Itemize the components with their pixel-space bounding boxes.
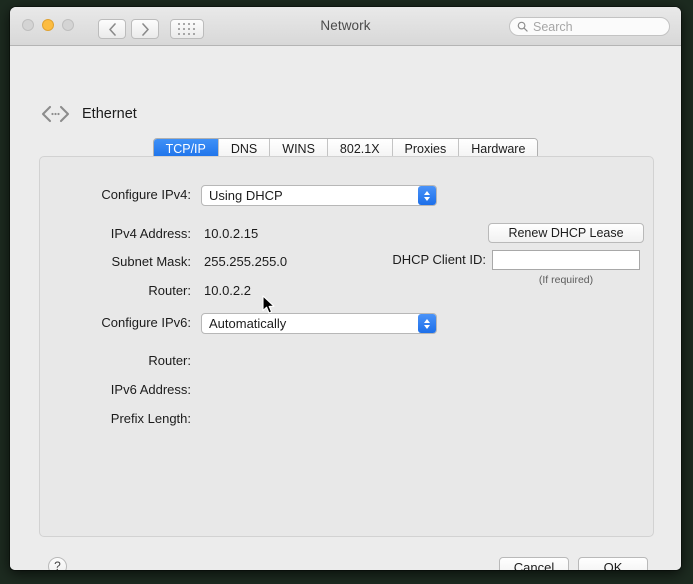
configure-ipv4-row: Configure IPv4: Using DHCP (10, 185, 681, 206)
help-button[interactable]: ? (48, 557, 67, 570)
configure-ipv4-popup[interactable]: Using DHCP (201, 185, 437, 206)
subnet-mask-label: Subnet Mask: (111, 254, 192, 269)
configure-ipv6-popup[interactable]: Automatically (201, 313, 437, 334)
search-field[interactable]: Search (509, 17, 670, 36)
ipv4-address-label: IPv4 Address: (110, 226, 191, 241)
cancel-button[interactable]: Cancel (499, 557, 569, 570)
ipv6-address-row: IPv6 Address: (10, 380, 681, 400)
ipv6-router-label: Router: (148, 353, 191, 368)
configure-ipv4-value: Using DHCP (209, 188, 283, 203)
subnet-mask-value: 255.255.255.0 (204, 254, 288, 269)
network-preferences-window: Network Search Ethernet TCP/IP DNS WINS … (10, 7, 681, 570)
prefix-length-label: Prefix Length: (110, 411, 191, 426)
configure-ipv4-label: Configure IPv4: (101, 187, 191, 202)
window-titlebar: Network Search (10, 7, 681, 46)
ok-button[interactable]: OK (578, 557, 648, 570)
configure-ipv6-row: Configure IPv6: Automatically (10, 313, 681, 334)
prefix-length-row: Prefix Length: (10, 409, 681, 429)
ipv4-router-label: Router: (148, 283, 191, 298)
ethernet-icon (41, 105, 70, 123)
dhcp-client-id-label: DHCP Client ID: (392, 252, 486, 267)
dhcp-client-id-hint: (If required) (538, 274, 594, 286)
service-name: Ethernet (82, 106, 137, 122)
search-icon (517, 21, 528, 32)
preferences-content: Ethernet TCP/IP DNS WINS 802.1X Proxies … (10, 46, 681, 570)
ipv4-address-value: 10.0.2.15 (204, 226, 259, 241)
configure-ipv6-label: Configure IPv6: (101, 315, 191, 330)
service-header: Ethernet (40, 105, 137, 123)
ipv6-router-row: Router: (10, 351, 681, 371)
ipv4-router-value: 10.0.2.2 (204, 283, 251, 298)
dhcp-client-id-input[interactable] (492, 250, 640, 270)
tcpip-panel (39, 156, 654, 537)
ipv6-address-label: IPv6 Address: (110, 382, 191, 397)
chevron-updown-icon[interactable] (418, 314, 436, 333)
chevron-updown-icon[interactable] (418, 186, 436, 205)
search-placeholder: Search (533, 19, 573, 34)
configure-ipv6-value: Automatically (209, 316, 287, 331)
renew-dhcp-lease-button[interactable]: Renew DHCP Lease (488, 223, 644, 243)
